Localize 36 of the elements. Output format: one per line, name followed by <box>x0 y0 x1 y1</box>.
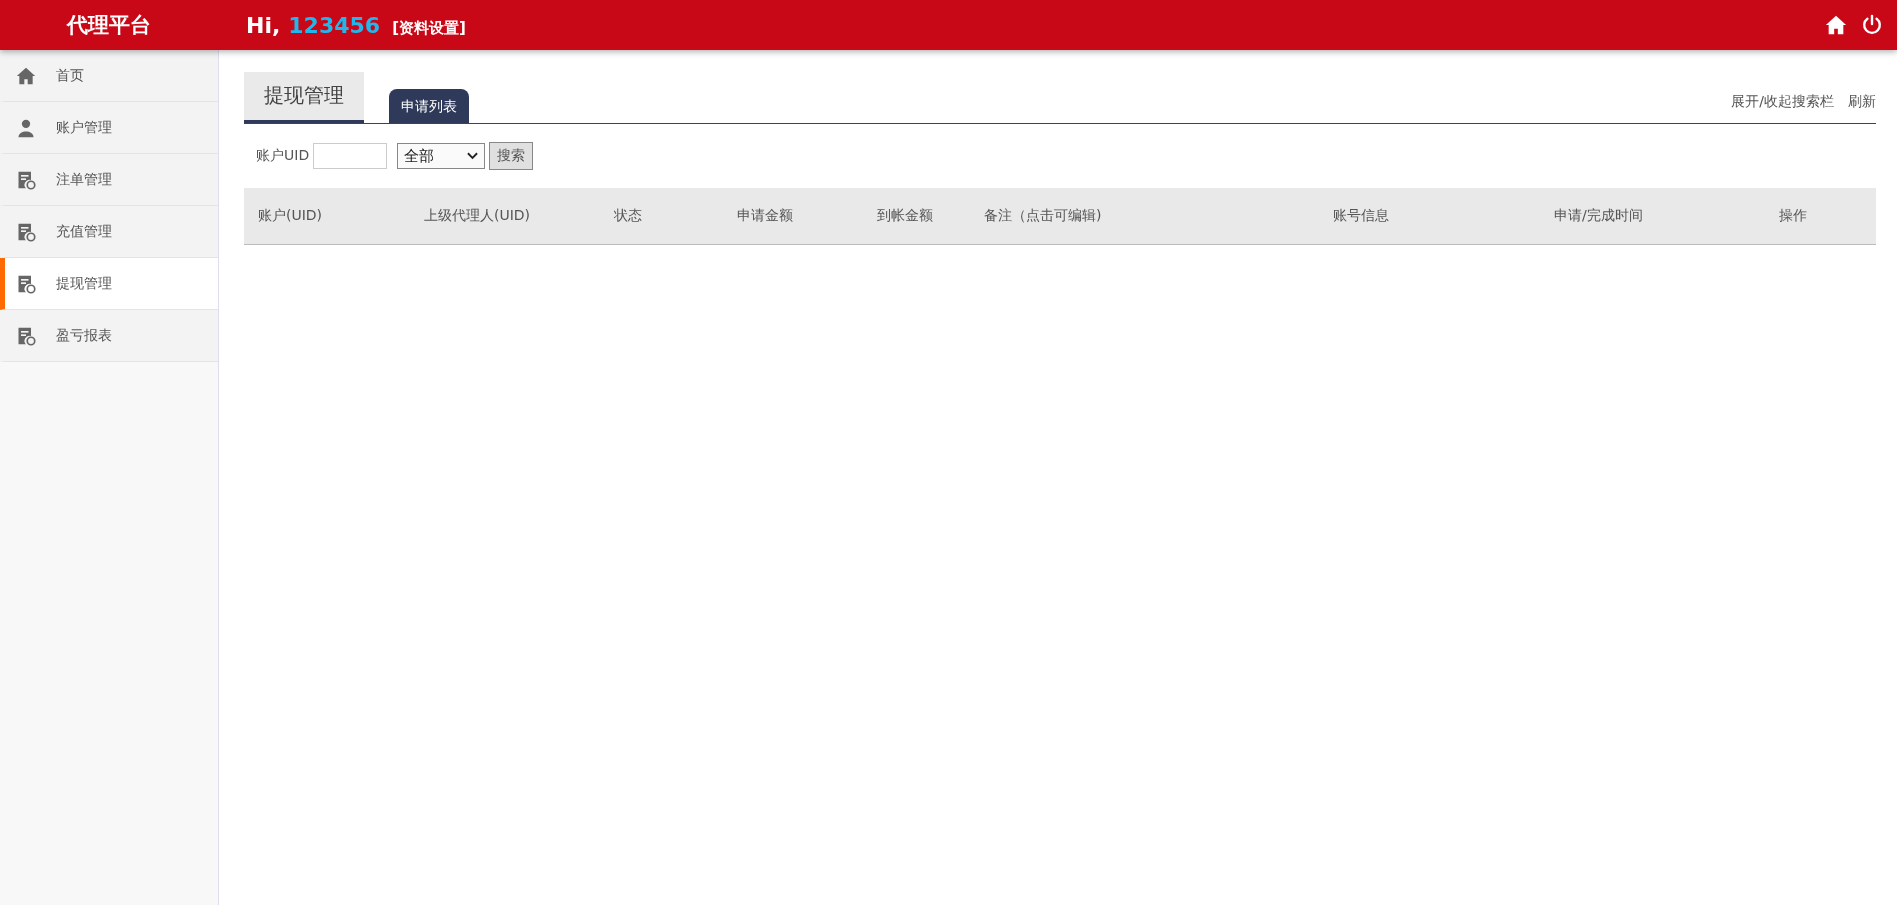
username-text: 123456 <box>288 12 381 38</box>
power-icon[interactable] <box>1861 14 1883 36</box>
person-icon <box>16 117 36 138</box>
uid-label: 账户UID <box>256 147 310 165</box>
document-icon <box>16 273 36 294</box>
sidebar-item[interactable]: 账户管理 <box>0 102 218 154</box>
search-button[interactable]: 搜索 <box>489 142 534 170</box>
home-icon[interactable] <box>1825 14 1847 36</box>
sidebar-item[interactable]: 首页 <box>0 50 218 102</box>
column-header: 申请金额 <box>736 207 794 225</box>
column-header: 备注（点击可编辑) <box>983 207 1103 225</box>
tab[interactable]: 申请列表 <box>389 89 469 123</box>
home-icon <box>16 65 36 86</box>
column-header: 上级代理人(UID) <box>423 207 532 225</box>
toolbar-link[interactable]: 刷新 <box>1848 93 1876 111</box>
greeting-text: Hi, <box>246 12 281 38</box>
profile-settings-link[interactable]: [资料设置] <box>392 18 466 38</box>
document-icon <box>16 169 36 190</box>
column-header: 操作 <box>1778 207 1808 225</box>
sidebar-item[interactable]: 盈亏报表 <box>0 310 218 362</box>
page-title: 提现管理 <box>244 72 364 123</box>
status-select[interactable]: 全部 <box>397 143 486 169</box>
sidebar-item[interactable]: 充值管理 <box>0 206 218 258</box>
column-header: 申请/完成时间 <box>1553 207 1644 225</box>
sidebar-item[interactable]: 注单管理 <box>0 154 218 206</box>
sidebar-item[interactable]: 提现管理 <box>0 258 218 310</box>
column-header: 账户(UID) <box>257 207 324 225</box>
column-header: 状态 <box>613 207 643 225</box>
document-icon <box>16 221 36 242</box>
caret-icon <box>467 152 479 160</box>
document-icon <box>16 325 36 346</box>
uid-input-field[interactable] <box>313 143 388 169</box>
brand-title: 代理平台 <box>65 12 152 39</box>
toolbar-link[interactable]: 展开/收起搜索栏 <box>1731 93 1834 111</box>
column-header: 到帐金额 <box>876 207 934 225</box>
column-header: 账号信息 <box>1332 207 1390 225</box>
